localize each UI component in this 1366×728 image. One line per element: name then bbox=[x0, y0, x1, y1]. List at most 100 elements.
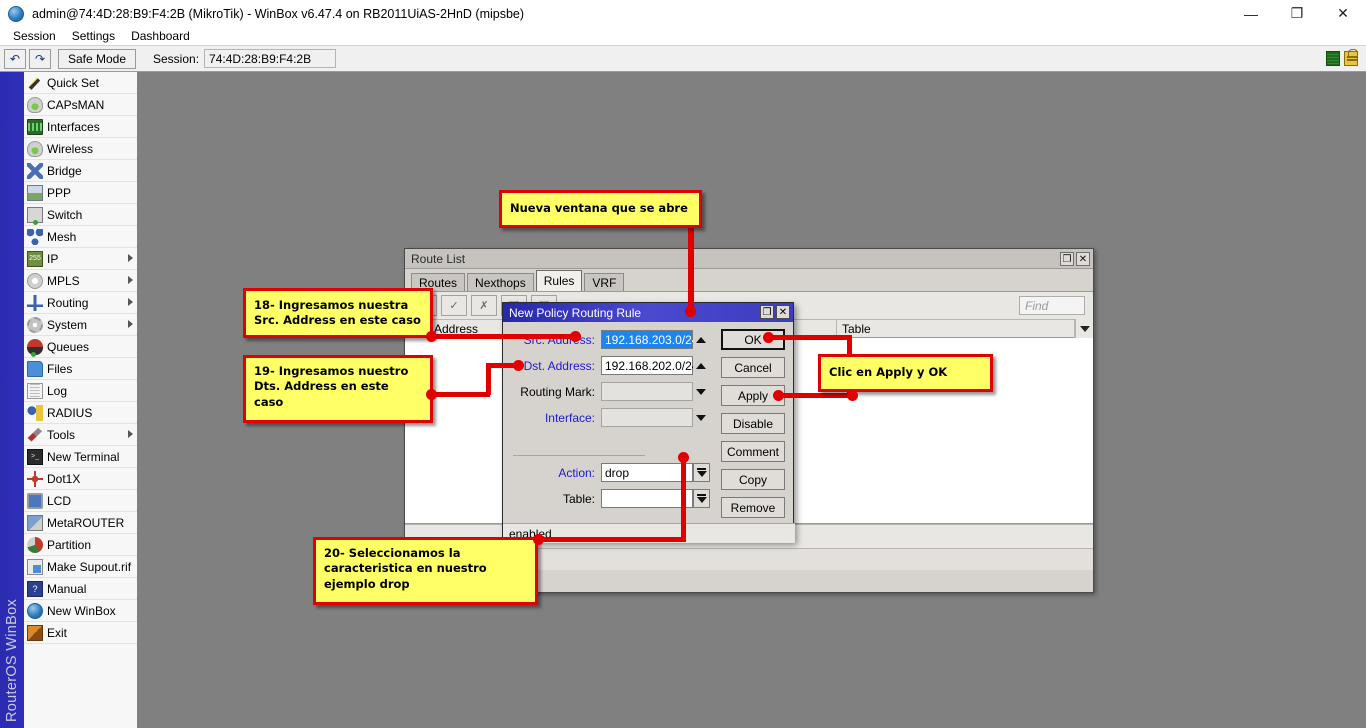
table-combo-button[interactable] bbox=[693, 489, 710, 508]
lock-icon bbox=[1344, 51, 1358, 66]
wand-icon bbox=[27, 75, 43, 91]
sidebar-item-wireless[interactable]: Wireless bbox=[24, 138, 137, 160]
close-icon[interactable]: ✕ bbox=[1076, 252, 1090, 266]
session-value[interactable]: 74:4D:28:B9:F4:2B bbox=[204, 49, 336, 68]
sidebar-item-make-supout[interactable]: Make Supout.rif bbox=[24, 556, 137, 578]
files-icon bbox=[27, 361, 43, 377]
leader-line-apply-h bbox=[776, 393, 852, 398]
field-interface: Interface: bbox=[503, 408, 709, 427]
copy-button[interactable]: Copy bbox=[721, 469, 785, 490]
tab-vrf[interactable]: VRF bbox=[584, 273, 624, 291]
dialog-button-column: OK Cancel Apply Disable Comment Copy Rem… bbox=[721, 329, 785, 518]
sidebar-item-new-terminal[interactable]: >_ New Terminal bbox=[24, 446, 137, 468]
sidebar-item-exit[interactable]: Exit bbox=[24, 622, 137, 644]
remove-button[interactable]: Remove bbox=[721, 497, 785, 518]
field-table: Table: bbox=[503, 489, 710, 508]
close-icon[interactable]: ✕ bbox=[776, 305, 790, 319]
sidebar-item-label: Wireless bbox=[47, 142, 93, 156]
sidebar-item-label: PPP bbox=[47, 186, 71, 200]
sidebar-item-files[interactable]: Files bbox=[24, 358, 137, 380]
tab-rules[interactable]: Rules bbox=[536, 270, 583, 291]
maximize-icon[interactable]: ❐ bbox=[1274, 0, 1320, 27]
sidebar-item-mpls[interactable]: MPLS bbox=[24, 270, 137, 292]
action-combo-button[interactable] bbox=[693, 463, 710, 482]
sidebar-item-dot1x[interactable]: Dot1X bbox=[24, 468, 137, 490]
sidebar-item-capsman[interactable]: CAPsMAN bbox=[24, 94, 137, 116]
routing-mark-input[interactable] bbox=[601, 382, 693, 401]
table-input[interactable] bbox=[601, 489, 693, 508]
sidebar-item-tools[interactable]: Tools bbox=[24, 424, 137, 446]
undo-button[interactable]: ↶ bbox=[4, 49, 26, 69]
sidebar-item-ppp[interactable]: PPP bbox=[24, 182, 137, 204]
src-address-spinner[interactable] bbox=[693, 330, 709, 349]
disable-button[interactable]: Disable bbox=[721, 413, 785, 434]
sidebar-item-label: Queues bbox=[47, 340, 89, 354]
sidebar-item-partition[interactable]: Partition bbox=[24, 534, 137, 556]
maximize-icon[interactable]: ❐ bbox=[760, 305, 774, 319]
chevron-down-icon bbox=[1080, 326, 1090, 332]
column-menu-button[interactable] bbox=[1075, 319, 1093, 338]
chevron-up-icon bbox=[696, 363, 706, 369]
sidebar-item-interfaces[interactable]: Interfaces bbox=[24, 116, 137, 138]
sidebar-item-lcd[interactable]: LCD bbox=[24, 490, 137, 512]
safe-mode-button[interactable]: Safe Mode bbox=[58, 49, 136, 69]
minimize-icon[interactable]: — bbox=[1228, 0, 1274, 27]
sidebar-item-label: Mesh bbox=[47, 230, 76, 244]
dst-address-spinner[interactable] bbox=[693, 356, 709, 375]
interface-input[interactable] bbox=[601, 408, 693, 427]
winbox-app-window: admin@74:4D:28:B9:F4:2B (MikroTik) - Win… bbox=[0, 0, 1366, 728]
sidebar-item-log[interactable]: Log bbox=[24, 380, 137, 402]
sidebar-item-routing[interactable]: Routing bbox=[24, 292, 137, 314]
menu-settings[interactable]: Settings bbox=[64, 29, 123, 43]
leader-line-ok-h bbox=[766, 335, 852, 340]
sidebar-branding: RouterOS WinBox bbox=[0, 72, 24, 728]
sidebar-item-metarouter[interactable]: MetaROUTER bbox=[24, 512, 137, 534]
routing-mark-dropdown[interactable] bbox=[693, 382, 709, 401]
menu-session[interactable]: Session bbox=[5, 29, 64, 43]
sidebar-item-label: CAPsMAN bbox=[47, 98, 104, 112]
terminal-icon: >_ bbox=[27, 449, 43, 465]
sidebar-item-label: Quick Set bbox=[47, 76, 99, 90]
leader-line-19-h1 bbox=[430, 392, 490, 397]
sidebar-item-system[interactable]: System bbox=[24, 314, 137, 336]
field-label-action: Action: bbox=[503, 466, 601, 480]
sidebar-item-bridge[interactable]: Bridge bbox=[24, 160, 137, 182]
cancel-button[interactable]: Cancel bbox=[721, 357, 785, 378]
action-input[interactable]: drop bbox=[601, 463, 693, 482]
sidebar-item-queues[interactable]: Queues bbox=[24, 336, 137, 358]
leader-dot-ok bbox=[763, 332, 774, 343]
dialog-body: Src. Address: 192.168.203.0/24 Dst. Addr… bbox=[503, 322, 793, 543]
sidebar-item-quick-set[interactable]: Quick Set bbox=[24, 72, 137, 94]
maximize-icon[interactable]: ❐ bbox=[1060, 252, 1074, 266]
dialog-separator bbox=[513, 455, 645, 456]
redo-button[interactable]: ↷ bbox=[29, 49, 51, 69]
sidebar-item-mesh[interactable]: Mesh bbox=[24, 226, 137, 248]
sidebar-item-label: Make Supout.rif bbox=[47, 560, 131, 574]
sidebar-item-label: Manual bbox=[47, 582, 86, 596]
dst-address-input[interactable]: 192.168.202.0/24 bbox=[601, 356, 693, 375]
sidebar-item-radius[interactable]: RADIUS bbox=[24, 402, 137, 424]
sidebar-item-new-winbox[interactable]: New WinBox bbox=[24, 600, 137, 622]
sidebar-item-label: MetaROUTER bbox=[47, 516, 124, 530]
sidebar-item-manual[interactable]: Manual bbox=[24, 578, 137, 600]
combo-bar-icon bbox=[697, 494, 706, 496]
traffic-indicator-icon bbox=[1326, 51, 1340, 66]
menu-dashboard[interactable]: Dashboard bbox=[123, 29, 198, 43]
sidebar-item-ip[interactable]: 255 IP bbox=[24, 248, 137, 270]
src-address-input[interactable]: 192.168.203.0/24 bbox=[601, 330, 693, 349]
close-icon[interactable]: ✕ bbox=[1320, 0, 1366, 27]
chevron-right-icon bbox=[128, 276, 133, 284]
log-icon bbox=[27, 383, 43, 399]
tab-nexthops[interactable]: Nexthops bbox=[467, 273, 534, 291]
comment-button[interactable]: Comment bbox=[721, 441, 785, 462]
sidebar-item-label: RADIUS bbox=[47, 406, 92, 420]
sidebar-item-switch[interactable]: Switch bbox=[24, 204, 137, 226]
enable-rule-button[interactable]: ✓ bbox=[441, 295, 467, 316]
note-18: 18- Ingresamos nuestra Src. Address en e… bbox=[243, 288, 433, 338]
disable-rule-button[interactable]: ✗ bbox=[471, 295, 497, 316]
interface-dropdown[interactable] bbox=[693, 408, 709, 427]
column-header-table[interactable]: Table bbox=[837, 319, 1075, 338]
find-input[interactable]: Find bbox=[1019, 296, 1085, 315]
field-dst-address: Dst. Address: 192.168.202.0/24 bbox=[503, 356, 709, 375]
queues-icon bbox=[27, 339, 43, 355]
